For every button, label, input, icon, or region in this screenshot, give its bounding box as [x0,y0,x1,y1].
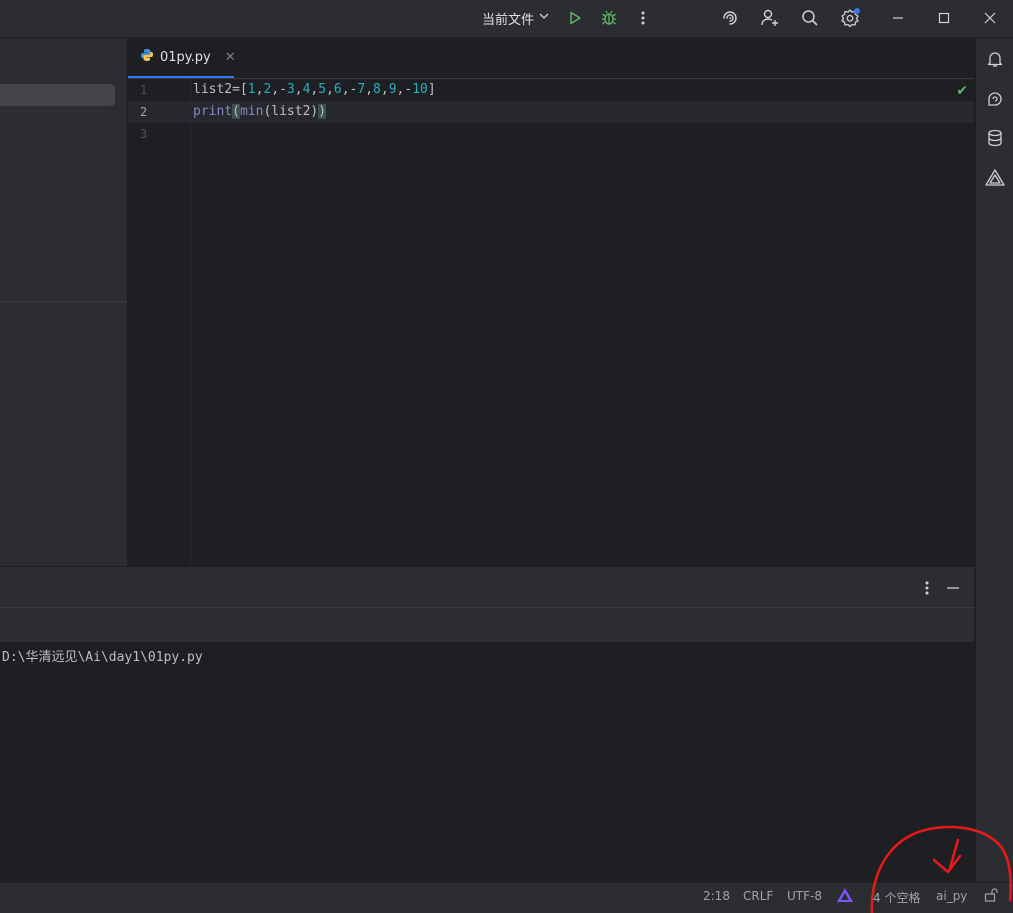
code-token: , [294,82,303,97]
ai-status-icon[interactable] [836,887,854,908]
minimize-icon[interactable] [887,7,909,29]
run-console[interactable]: D:\华清远见\Ai\day1\01py.py [0,642,974,882]
code-token: , [326,82,334,97]
project-panel [0,38,128,566]
notifications-icon[interactable] [984,48,1006,70]
code-token: (list2) [263,104,319,119]
run-panel-toolbar [0,607,974,643]
add-user-icon[interactable] [759,7,781,29]
right-tool-strip [975,38,1013,882]
run-config-label: 当前文件 [482,12,535,28]
console-output-line: D:\华清远见\Ai\day1\01py.py [2,650,203,665]
python-file-icon [140,48,154,66]
editor-tab-bar: 01py.py ✕ [128,38,974,79]
database-icon[interactable] [984,127,1006,149]
ai-assistant-icon[interactable] [719,7,741,29]
lock-open-icon[interactable] [984,888,998,905]
code-editor[interactable]: 1 2 3 list2=[1,2,-3,4,5,6,-7,8,9,-10] pr… [128,79,974,566]
line-number-gutter: 1 2 3 [128,79,191,566]
maximize-icon[interactable] [933,7,955,29]
code-number: 5 [318,82,327,97]
ide-window: 当前文件 01py.py ✕ 1 2 3 list2=[1,2,-3,4,5,6… [0,0,1013,913]
code-paren-highlight: ( [232,104,240,119]
tab-close-icon[interactable]: ✕ [225,50,236,65]
code-number: 10 [412,82,428,97]
run-configuration-selector[interactable]: 当前文件 [482,8,550,28]
code-token: , [380,82,389,97]
run-icon[interactable] [564,7,586,29]
tab-01py[interactable]: 01py.py ✕ [128,38,236,78]
code-builtin: min [239,104,264,119]
status-bar: 2:18 CRLF UTF-8 4 个空格 ai_py [0,882,1013,913]
more-vertical-icon[interactable] [632,7,654,29]
run-panel-header [0,566,974,608]
tab-label: 01py.py [160,49,211,65]
title-bar: 当前文件 [0,0,1013,38]
close-icon[interactable] [979,7,1001,29]
line-number: 3 [140,127,148,141]
code-token: ] [427,82,436,97]
project-tree-selected-item[interactable] [0,84,115,106]
python-interpreter[interactable]: ai_py [936,889,967,903]
code-token: ,- [271,82,287,97]
code-token: ,- [341,82,358,97]
code-token: , [365,82,374,97]
file-encoding[interactable]: UTF-8 [787,889,822,903]
line-separator[interactable]: CRLF [743,889,773,903]
code-number: 6 [333,82,342,97]
code-token: list2=[ [193,82,248,97]
indent-setting[interactable]: 4 个空格 [873,889,920,906]
code-number: 3 [286,82,295,97]
code-builtin: print [193,104,233,119]
line-number-active: 2 [140,105,148,119]
checkmark-icon[interactable]: ✔ [956,83,968,99]
chevron-down-icon [538,10,550,26]
caret-position[interactable]: 2:18 [703,889,730,903]
plugin-icon[interactable] [984,167,1006,189]
settings-icon[interactable] [839,7,861,29]
line-number: 1 [140,83,148,97]
panel-divider [0,301,127,302]
code-number: 1 [247,82,256,97]
search-icon[interactable] [799,7,821,29]
debug-icon[interactable] [598,7,620,29]
more-vertical-icon[interactable] [916,577,938,599]
code-number: 8 [373,82,381,97]
minimize-panel-icon[interactable] [942,577,964,599]
code-number: 9 [388,82,397,97]
code-line-2: print(min(list2)) [193,101,327,123]
code-line-1: list2=[1,2,-3,4,5,6,-7,8,9,-10] [193,79,436,101]
ai-chat-icon[interactable] [984,88,1006,110]
code-token: ,- [396,82,413,97]
code-paren-highlight: ) [318,104,327,119]
